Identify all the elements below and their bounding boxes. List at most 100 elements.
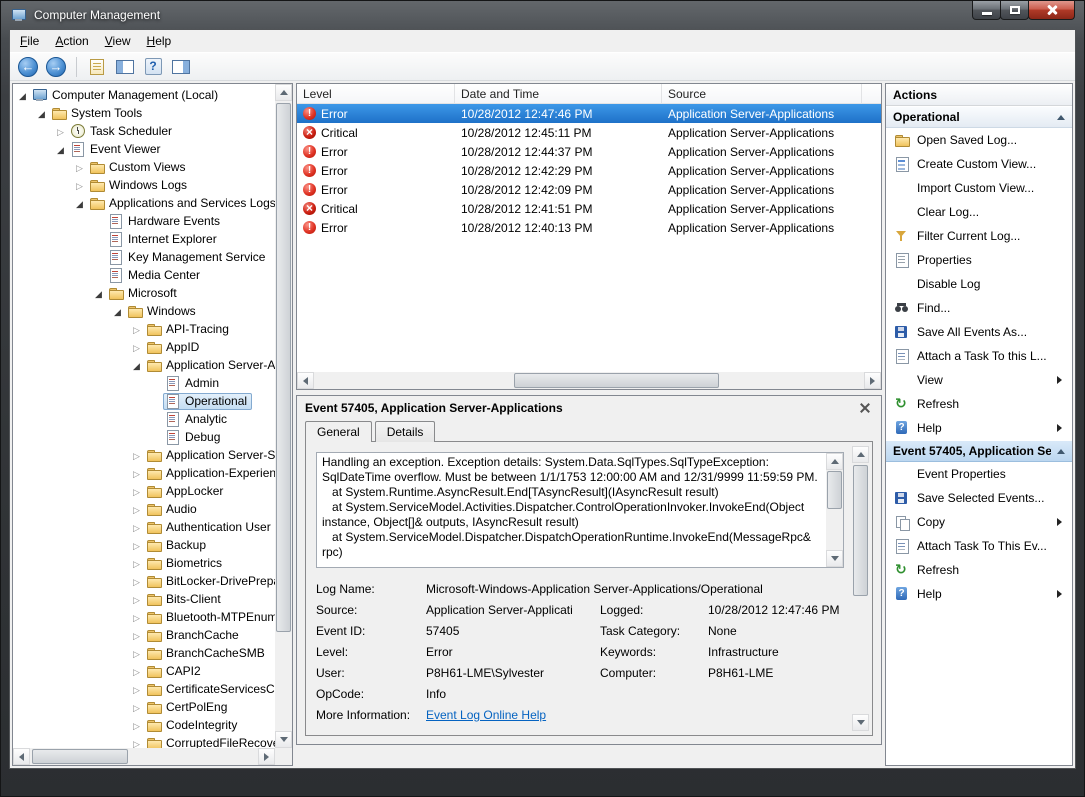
tree-item-application-server-appl[interactable]: Application Server-Appl xyxy=(13,356,275,374)
back-button[interactable] xyxy=(15,55,41,79)
action-refresh[interactable]: Refresh xyxy=(886,392,1072,416)
tree-expander-icon[interactable] xyxy=(129,338,144,357)
menu-view[interactable]: View xyxy=(97,31,139,51)
scrollbar-track[interactable] xyxy=(852,463,869,714)
tree-expander-icon[interactable] xyxy=(129,482,144,501)
scrollbar-track[interactable] xyxy=(826,470,843,550)
tree-item-biometrics[interactable]: Biometrics xyxy=(13,554,275,572)
tree-item-windows-logs[interactable]: Windows Logs xyxy=(13,176,275,194)
tree-item-codeintegrity[interactable]: CodeIntegrity xyxy=(13,716,275,734)
tree-expander-icon[interactable] xyxy=(129,356,144,375)
tree-item-task-scheduler[interactable]: Task Scheduler xyxy=(13,122,275,140)
scrollbar-thumb[interactable] xyxy=(827,471,842,509)
detail-vertical-scrollbar[interactable] xyxy=(852,446,869,731)
event-row-7[interactable]: Error 10/28/2012 12:40:13 PM Application S… xyxy=(297,218,881,237)
tree-expander-icon[interactable] xyxy=(72,158,87,177)
tree-vertical-scrollbar[interactable] xyxy=(275,84,292,748)
tree-expander-icon[interactable] xyxy=(15,86,30,105)
menu-action[interactable]: Action xyxy=(47,31,96,51)
tree-expander-icon[interactable] xyxy=(129,572,144,591)
scroll-up-button[interactable] xyxy=(275,84,292,101)
tree-expander-icon[interactable] xyxy=(129,626,144,645)
tree-item-branchcachesmb[interactable]: BranchCacheSMB xyxy=(13,644,275,662)
action-import-custom-view[interactable]: Import Custom View... xyxy=(886,176,1072,200)
tree-expander-icon[interactable] xyxy=(129,320,144,339)
show-hide-action-pane-button[interactable] xyxy=(168,55,194,79)
title-bar[interactable]: Computer Management xyxy=(1,1,1084,29)
scrollbar-thumb[interactable] xyxy=(853,465,868,596)
tree-expander-icon[interactable] xyxy=(34,104,49,123)
tree-expander-icon[interactable] xyxy=(53,122,68,141)
close-detail-icon[interactable] xyxy=(857,400,873,416)
action-open-saved-log[interactable]: Open Saved Log... xyxy=(886,128,1072,152)
tree-horizontal-scrollbar[interactable] xyxy=(13,748,275,765)
tree-item-appid[interactable]: AppID xyxy=(13,338,275,356)
tree-expander-icon[interactable] xyxy=(129,446,144,465)
tree-item-admin[interactable]: Admin xyxy=(13,374,275,392)
tree-item-bluetooth-mtpenum[interactable]: Bluetooth-MTPEnum xyxy=(13,608,275,626)
help-button[interactable] xyxy=(140,55,166,79)
tree-expander-icon[interactable] xyxy=(129,662,144,681)
export-list-button[interactable] xyxy=(84,55,110,79)
action-attach-task-to-this-ev[interactable]: Attach Task To This Ev... xyxy=(886,534,1072,558)
action-save-all-events-as[interactable]: Save All Events As... xyxy=(886,320,1072,344)
tree-item-backup[interactable]: Backup xyxy=(13,536,275,554)
tree-item-applocker[interactable]: AppLocker xyxy=(13,482,275,500)
tree-expander-icon[interactable] xyxy=(53,140,68,159)
tree-expander-icon[interactable] xyxy=(110,302,125,321)
tree-expander-icon[interactable] xyxy=(129,680,144,699)
tree-expander-icon[interactable] xyxy=(129,734,144,749)
action-save-selected-events[interactable]: Save Selected Events... xyxy=(886,486,1072,510)
scroll-left-button[interactable] xyxy=(297,372,314,389)
tree-expander-icon[interactable] xyxy=(129,644,144,663)
scrollbar-track[interactable] xyxy=(30,748,258,765)
action-event-properties[interactable]: Event Properties xyxy=(886,462,1072,486)
scrollbar-thumb[interactable] xyxy=(276,103,291,633)
tree-item-debug[interactable]: Debug xyxy=(13,428,275,446)
event-row-3[interactable]: Error 10/28/2012 12:44:37 PM Application S… xyxy=(297,142,881,161)
tree-item-capi2[interactable]: CAPI2 xyxy=(13,662,275,680)
action-find[interactable]: Find... xyxy=(886,296,1072,320)
collapse-section-icon[interactable] xyxy=(1057,114,1065,120)
action-disable-log[interactable]: Disable Log xyxy=(886,272,1072,296)
tree-item-analytic[interactable]: Analytic xyxy=(13,410,275,428)
actions-section-event-57405-application-se[interactable]: Event 57405, Application Se... xyxy=(886,440,1072,462)
tree-item-authentication-user-inte[interactable]: Authentication User Inte xyxy=(13,518,275,536)
action-properties[interactable]: Properties xyxy=(886,248,1072,272)
tree-item-branchcache[interactable]: BranchCache xyxy=(13,626,275,644)
tree-item-application-experience[interactable]: Application-Experience xyxy=(13,464,275,482)
column-header-source[interactable]: Source xyxy=(662,84,862,103)
show-hide-console-tree-button[interactable] xyxy=(112,55,138,79)
tree-expander-icon[interactable] xyxy=(129,500,144,519)
event-row-6[interactable]: Critical 10/28/2012 12:41:51 PM Applicatio… xyxy=(297,199,881,218)
action-clear-log[interactable]: Clear Log... xyxy=(886,200,1072,224)
event-log-online-help-link[interactable]: Event Log Online Help xyxy=(426,708,596,722)
tree-item-bits-client[interactable]: Bits-Client xyxy=(13,590,275,608)
action-create-custom-view[interactable]: Create Custom View... xyxy=(886,152,1072,176)
tree-item-certificateservicesclient[interactable]: CertificateServicesClient xyxy=(13,680,275,698)
action-help[interactable]: Help xyxy=(886,582,1072,606)
description-scrollbar[interactable] xyxy=(826,453,843,567)
tree-item-bitlocker-drivepreparat[interactable]: BitLocker-DrivePreparat xyxy=(13,572,275,590)
tree-item-audio[interactable]: Audio xyxy=(13,500,275,518)
tree-expander-icon[interactable] xyxy=(72,194,87,213)
tree-item-hardware-events[interactable]: Hardware Events xyxy=(13,212,275,230)
collapse-section-icon[interactable] xyxy=(1057,448,1065,454)
scroll-up-button[interactable] xyxy=(852,446,869,463)
scrollbar-thumb[interactable] xyxy=(514,373,719,388)
forward-button[interactable] xyxy=(43,55,69,79)
tree-item-internet-explorer[interactable]: Internet Explorer xyxy=(13,230,275,248)
tree-item-api-tracing[interactable]: API-Tracing xyxy=(13,320,275,338)
event-list-horizontal-scrollbar[interactable] xyxy=(297,372,881,389)
scroll-down-button[interactable] xyxy=(826,550,843,567)
menu-help[interactable]: Help xyxy=(139,31,180,51)
tree-item-certpoleng[interactable]: CertPolEng xyxy=(13,698,275,716)
action-refresh[interactable]: Refresh xyxy=(886,558,1072,582)
tree-item-operational[interactable]: Operational xyxy=(13,392,275,410)
tree-item-application-server-syste[interactable]: Application Server-Syste xyxy=(13,446,275,464)
minimize-button[interactable] xyxy=(972,1,1001,20)
tree-expander-icon[interactable] xyxy=(129,716,144,735)
tree-item-system-tools[interactable]: System Tools xyxy=(13,104,275,122)
scrollbar-thumb[interactable] xyxy=(32,749,128,764)
event-row-1[interactable]: Error 10/28/2012 12:47:46 PM Application S… xyxy=(297,104,881,123)
